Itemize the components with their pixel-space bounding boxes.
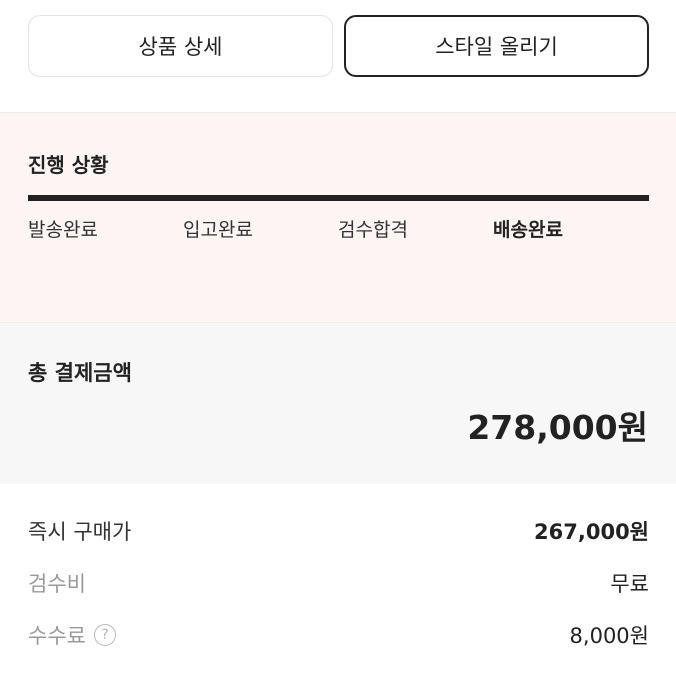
- instant-buy-label: 즉시 구매가: [28, 520, 132, 544]
- inspection-fee-value: 무료: [610, 572, 649, 596]
- step-shipped: 발송완료: [28, 219, 98, 241]
- product-detail-button[interactable]: 상품 상세: [28, 15, 333, 77]
- commission-label-wrap: 수수료 ?: [28, 620, 116, 650]
- commission-label: 수수료: [28, 624, 86, 648]
- help-icon[interactable]: ?: [93, 624, 116, 646]
- price-row-commission: 수수료 ? 8,000원: [28, 619, 649, 651]
- commission-value: 8,000원: [569, 624, 649, 648]
- total-payment-section: 총 결제금액 278,000원: [0, 322, 676, 484]
- step-received: 입고완료: [183, 219, 253, 241]
- action-buttons-bar: 상품 상세 스타일 올리기: [0, 0, 676, 112]
- progress-title: 진행 상황: [28, 153, 109, 177]
- total-payment-amount: 278,000원: [467, 408, 648, 447]
- upload-style-button[interactable]: 스타일 올리기: [344, 15, 649, 77]
- total-payment-label: 총 결제금액: [28, 361, 132, 385]
- progress-bar: [28, 195, 649, 201]
- step-delivered: 배송완료: [493, 219, 563, 241]
- price-row-instant-buy: 즉시 구매가 267,000원: [28, 515, 649, 547]
- progress-section: 진행 상황 발송완료 입고완료 검수합격 배송완료: [0, 112, 676, 322]
- inspection-fee-label: 검수비: [28, 572, 86, 596]
- step-inspection-passed: 검수합격: [338, 219, 408, 241]
- price-details-section: 즉시 구매가 267,000원 검수비 무료 수수료 ? 8,000원: [0, 484, 676, 676]
- instant-buy-value: 267,000원: [534, 520, 649, 544]
- price-row-inspection-fee: 검수비 무료: [28, 567, 649, 599]
